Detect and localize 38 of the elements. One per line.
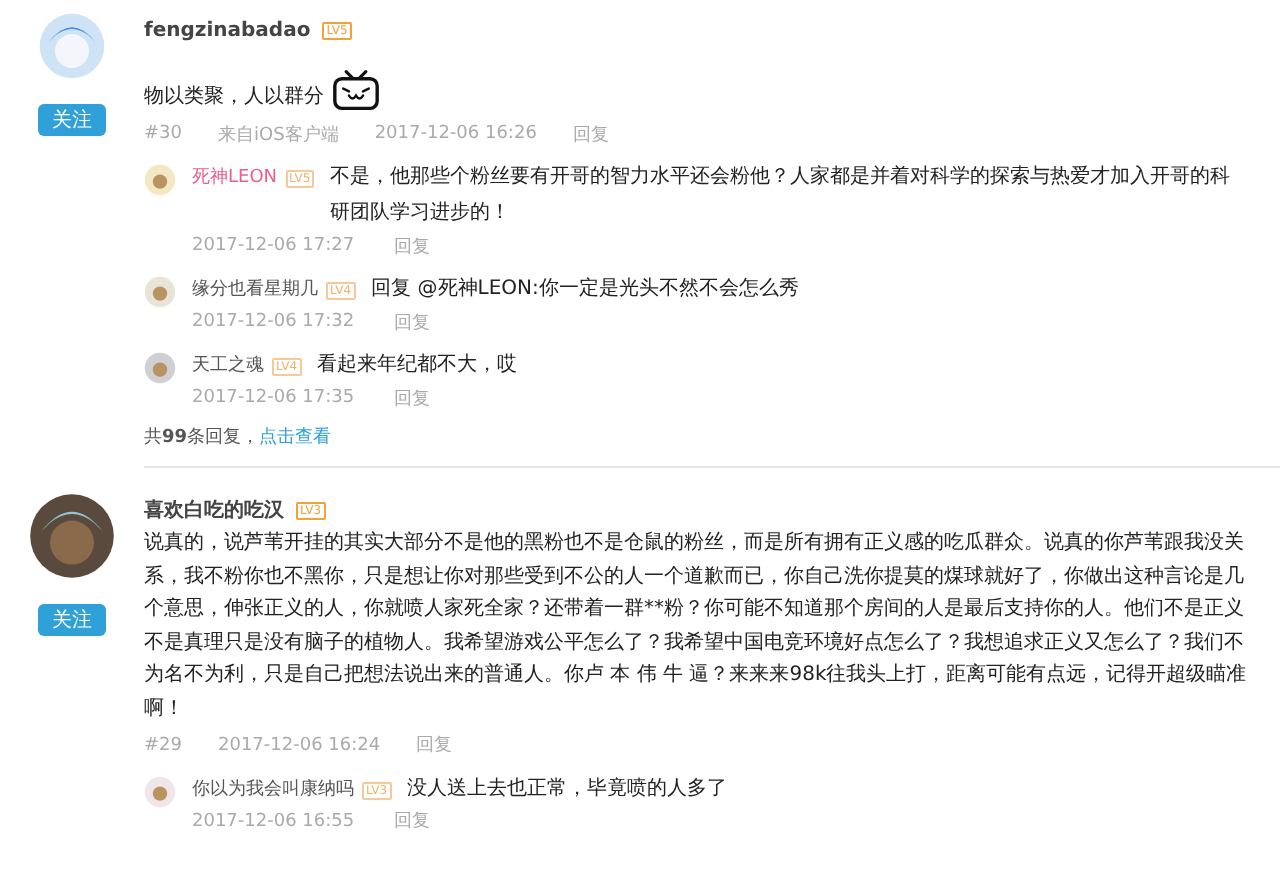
reply-link[interactable]: 回复 bbox=[394, 808, 431, 835]
timestamp: 2017-12-06 17:32 bbox=[192, 312, 355, 332]
avatar-icon bbox=[144, 775, 176, 808]
username[interactable]: 你以为我会叫康纳吗 bbox=[192, 771, 354, 808]
timestamp: 2017-12-06 16:24 bbox=[218, 735, 381, 756]
username[interactable]: 喜欢白吃的吃汉 bbox=[144, 496, 284, 524]
reply-text: 没人送上去也正常，毕竟喷的人多了 bbox=[407, 775, 730, 804]
timestamp: 2017-12-06 16:55 bbox=[192, 811, 355, 832]
timestamp: 2017-12-06 16:26 bbox=[374, 124, 537, 144]
follow-button[interactable]: 关注 bbox=[38, 104, 106, 136]
avatar-icon bbox=[144, 352, 176, 384]
username[interactable]: fengzinabadao bbox=[144, 19, 311, 41]
username[interactable]: 天工之魂 bbox=[192, 348, 264, 384]
reply-link[interactable]: 回复 bbox=[394, 233, 431, 259]
avatar-icon bbox=[144, 164, 176, 196]
reply-text: 不是，他那些个粉丝要有开哥的智力水平还会粉他？人家都是并着对科学的探索与热爱才加入开哥的科研团队学习进步的！ bbox=[330, 163, 1233, 228]
follow-button[interactable]: 关注 bbox=[38, 604, 106, 636]
tv-face-icon bbox=[332, 68, 380, 112]
source-label: 来自iOS客户端 bbox=[218, 123, 339, 147]
username[interactable]: 死神LEON bbox=[192, 160, 278, 196]
avatar-icon bbox=[144, 276, 176, 308]
comment-text: 说真的，说芦苇开挂的其实大部分不是他的黑粉也不是仓鼠的粉丝，而是所有拥有正义感的吃瓜群众。说真的你芦苇跟我没关系，我不粉你也不黑你，只是想让你对那些受到不公的人一个道歉而已，你自己洗你提莫的煤球就好了，你做出这种言论是几个意思，伸张正义的人，你就喷人家死全家？还带着一群**粉？你可能不知道那个房间的人是最后支持你的人。他们不是正义不是真理只是没有脑子的植物人。我希望游戏公平怎么了？我希望中国电竞环境好点怎么了？我想追求正义又怎么了？我们不为名不为利，只是自己把想法说出来的普通人。你卢 本 伟 牛 逼？来来来98k往我头上打，距离可能有点远，记得开超级瞄准啊！ bbox=[144, 529, 1249, 724]
comment-text: 物以类聚，人以群分 bbox=[144, 83, 324, 113]
reply-link[interactable]: 回复 bbox=[394, 385, 431, 411]
timestamp: 2017-12-06 17:27 bbox=[192, 236, 355, 256]
timestamp: 2017-12-06 17:35 bbox=[192, 388, 355, 408]
reply-text: 看起来年纪都不大，哎 bbox=[317, 351, 520, 380]
floor-number: #30 bbox=[144, 124, 182, 144]
view-replies-link[interactable]: 点击查看 bbox=[259, 428, 332, 448]
avatar-icon bbox=[38, 12, 106, 80]
reply-text: 回复 @死神LEON:你一定是光头不然不会怎么秀 bbox=[371, 275, 801, 304]
floor-number: #29 bbox=[144, 735, 182, 756]
reply-link[interactable]: 回复 bbox=[572, 121, 609, 147]
reply-count: 共99条回复， bbox=[144, 428, 260, 448]
username[interactable]: 缘分也看星期几 bbox=[192, 272, 318, 308]
avatar-icon bbox=[28, 492, 116, 580]
reply-link[interactable]: 回复 bbox=[416, 732, 453, 759]
reply-link[interactable]: 回复 bbox=[394, 309, 431, 335]
